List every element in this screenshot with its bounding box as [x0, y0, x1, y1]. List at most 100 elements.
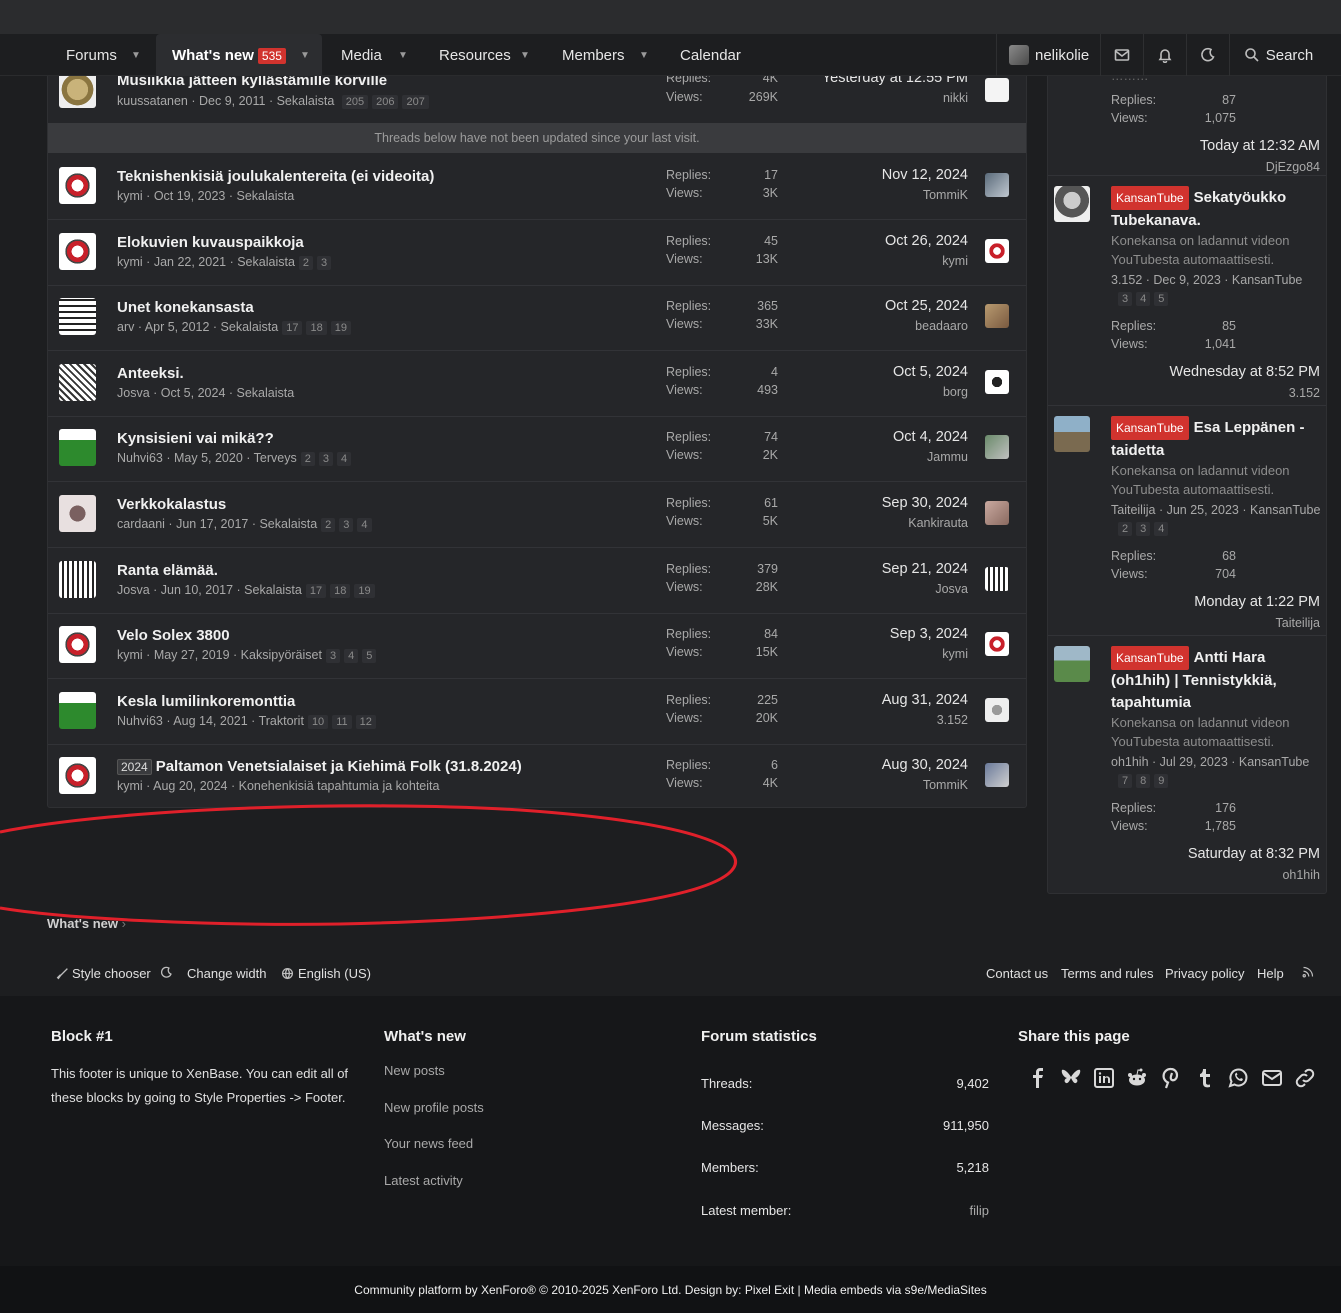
last-poster-avatar[interactable] — [985, 370, 1009, 394]
last-poster-avatar[interactable] — [985, 173, 1009, 197]
theme-toggle-button[interactable] — [1186, 34, 1229, 76]
breadcrumb[interactable]: What's new › — [47, 916, 126, 931]
page-link[interactable]: 7 — [1118, 774, 1133, 788]
page-link[interactable]: 3 — [317, 256, 332, 270]
page-link[interactable]: 12 — [355, 715, 376, 729]
chevron-down-icon[interactable]: ▼ — [393, 34, 413, 76]
last-poster-avatar[interactable] — [985, 632, 1009, 656]
thread-title-link[interactable]: Kynsisieni vai mikä?? — [117, 430, 274, 447]
thread-author[interactable]: kymi — [117, 648, 143, 662]
media-forum[interactable]: KansanTube — [1232, 273, 1302, 287]
terms-link[interactable]: Terms and rules — [1061, 966, 1153, 981]
thread-forum[interactable]: Sekalaista — [237, 386, 295, 400]
last-post-date[interactable]: Oct 5, 2024 — [893, 364, 968, 380]
media-author[interactable]: 3.152 — [1111, 273, 1142, 287]
nav-tab-members[interactable]: Members — [554, 34, 633, 76]
last-poster[interactable]: kymi — [942, 647, 968, 661]
copyright-text[interactable]: Community platform by XenForo® © 2010-20… — [354, 1283, 986, 1297]
last-post-date[interactable]: Today at 12:32 AM — [1200, 138, 1320, 154]
page-link[interactable]: 17 — [305, 584, 327, 598]
nav-tab-forums[interactable]: Forums — [58, 34, 125, 76]
last-poster-avatar[interactable] — [985, 763, 1009, 787]
thread-title-link[interactable]: Kesla lumilinkoremonttia — [117, 693, 295, 710]
media-author[interactable]: oh1hih — [1111, 755, 1149, 769]
thread-forum[interactable]: Sekalaista — [221, 320, 279, 334]
thread-avatar[interactable] — [59, 298, 96, 335]
last-poster[interactable]: 3.152 — [937, 713, 968, 727]
page-link[interactable]: 19 — [354, 584, 375, 598]
last-post-date[interactable]: Nov 12, 2024 — [882, 167, 968, 183]
kansantube-tag[interactable]: KansanTube — [1111, 646, 1189, 670]
last-poster-avatar[interactable] — [985, 698, 1009, 722]
thread-forum[interactable]: Sekalaista — [259, 517, 317, 531]
thread-title-link[interactable]: Unet konekansasta — [117, 299, 254, 316]
last-poster[interactable]: beadaaro — [915, 319, 968, 333]
footer-link-new-posts[interactable]: New posts — [384, 1063, 445, 1078]
inbox-button[interactable] — [1100, 34, 1143, 76]
last-poster[interactable]: 3.152 — [1289, 386, 1320, 400]
thread-forum[interactable]: Kaksipyöräiset — [241, 648, 322, 662]
last-post-date[interactable]: Oct 4, 2024 — [893, 429, 968, 445]
page-link[interactable]: 17 — [282, 321, 303, 335]
last-poster[interactable]: Kankirauta — [908, 516, 968, 530]
page-link[interactable]: 4 — [337, 452, 352, 466]
page-link[interactable]: 10 — [307, 715, 329, 729]
thread-row[interactable]: Kesla lumilinkoremonttia Nuhvi63 · Aug 1… — [48, 679, 1026, 745]
thread-forum[interactable]: Terveys — [254, 451, 297, 465]
last-post-date[interactable]: Sep 30, 2024 — [882, 495, 968, 511]
thread-row[interactable]: Verkkokalastus cardaani · Jun 17, 2017 ·… — [48, 482, 1026, 548]
last-poster-avatar[interactable] — [985, 501, 1009, 525]
pinterest-icon[interactable] — [1159, 1066, 1183, 1090]
last-poster-avatar[interactable] — [985, 78, 1009, 102]
last-post-date[interactable]: Oct 25, 2024 — [885, 298, 968, 314]
page-link[interactable]: 2 — [321, 518, 336, 532]
page-link[interactable]: 3 — [325, 649, 341, 663]
page-link[interactable]: 19 — [330, 321, 351, 335]
thread-forum[interactable]: Sekalaista — [237, 255, 295, 269]
moon-icon[interactable] — [160, 966, 173, 979]
page-link[interactable]: 18 — [306, 321, 327, 335]
page-link[interactable]: 2 — [1118, 522, 1133, 536]
footer-link-new-profile-posts[interactable]: New profile posts — [384, 1100, 484, 1115]
email-icon[interactable] — [1260, 1066, 1284, 1090]
last-poster[interactable]: Josva — [935, 582, 968, 596]
media-title[interactable]: KansanTube Sekatyöukko Tubekanava. — [1111, 186, 1321, 232]
media-forum[interactable]: KansanTube — [1239, 755, 1309, 769]
breadcrumb-whats-new[interactable]: What's new — [47, 916, 118, 931]
page-link[interactable]: 206 — [372, 95, 399, 109]
media-title[interactable]: KansanTube Esa Leppänen - taidetta — [1111, 416, 1321, 462]
last-poster-avatar[interactable] — [985, 435, 1009, 459]
page-link[interactable]: 9 — [1154, 774, 1169, 788]
page-link[interactable]: 4 — [1136, 292, 1151, 306]
thread-author[interactable]: cardaani — [117, 517, 165, 531]
page-link[interactable]: 2 — [300, 452, 315, 466]
thread-avatar[interactable] — [59, 495, 96, 532]
thread-avatar[interactable] — [59, 71, 96, 108]
last-post-date[interactable]: Sep 21, 2024 — [882, 561, 968, 577]
page-link[interactable]: 205 — [341, 95, 369, 109]
kansantube-tag[interactable]: KansanTube — [1111, 416, 1189, 440]
thread-avatar[interactable] — [59, 364, 96, 401]
media-thumbnail[interactable] — [1054, 416, 1090, 452]
thread-title-link[interactable]: Ranta elämää. — [117, 562, 218, 579]
thread-author[interactable]: arv — [117, 320, 134, 334]
language-chooser-link[interactable]: English (US) — [281, 966, 371, 981]
last-post-date[interactable]: Aug 31, 2024 — [882, 692, 968, 708]
nav-tab-media[interactable]: Media — [333, 34, 390, 76]
thread-avatar[interactable] — [59, 429, 96, 466]
last-poster-avatar[interactable] — [985, 239, 1009, 263]
thread-title-link[interactable]: Teknishenkisiä joulukalentereita (ei vid… — [117, 168, 434, 185]
media-title[interactable]: KansanTube Antti Hara (oh1hih) | Tennisty… — [1111, 646, 1321, 714]
style-chooser-link[interactable]: Style chooser — [56, 966, 151, 981]
thread-forum[interactable]: Traktorit — [259, 714, 304, 728]
last-poster[interactable]: kymi — [942, 254, 968, 268]
thread-row[interactable]: Ranta elämää. Josva · Jun 10, 2017 · Sek… — [48, 548, 1026, 614]
page-link[interactable]: 3 — [1118, 292, 1133, 306]
last-poster[interactable]: DjEzgo84 — [1266, 160, 1320, 174]
thread-author[interactable]: Josva — [117, 386, 150, 400]
nav-tab-resources[interactable]: Resources — [431, 34, 519, 76]
page-link[interactable]: 2 — [298, 256, 314, 270]
latest-member-link[interactable]: filip — [969, 1203, 989, 1218]
chevron-down-icon[interactable]: ▼ — [126, 34, 146, 76]
page-link[interactable]: 3 — [318, 452, 333, 466]
